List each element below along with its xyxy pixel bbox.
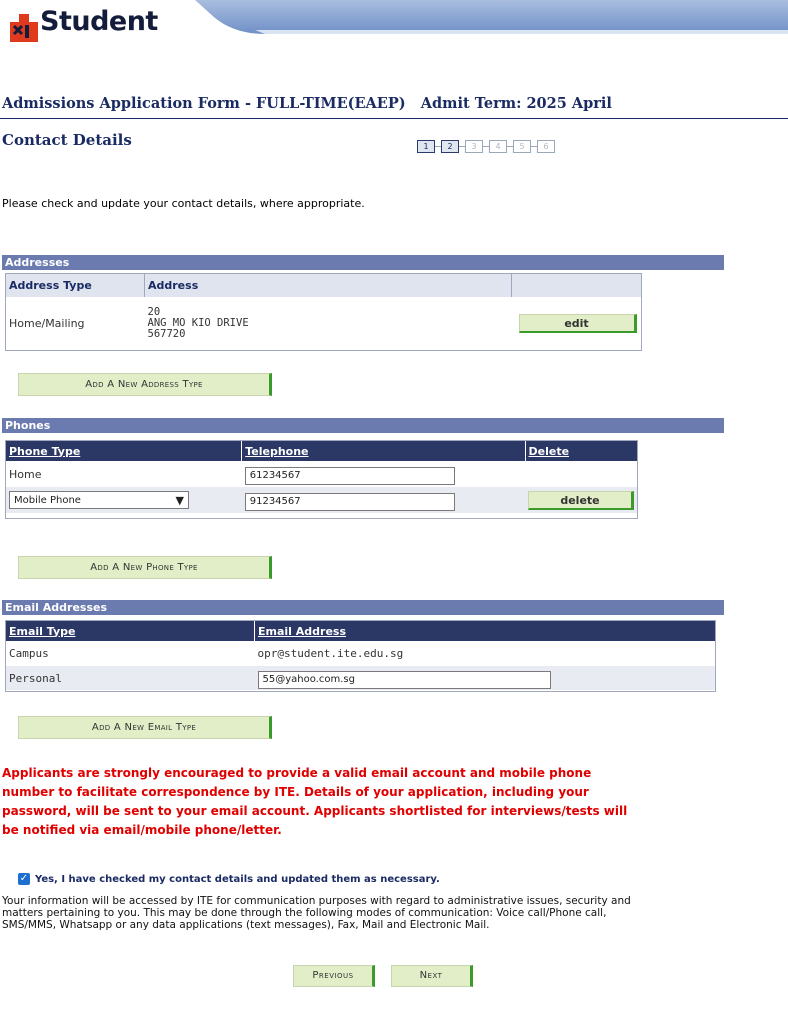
address-line1: 20 <box>147 305 161 318</box>
email-type-personal: Personal <box>9 671 62 685</box>
step-indicator: 1 2 3 4 5 6 <box>417 139 555 153</box>
section-title: Contact Details <box>2 131 132 149</box>
col-email-address[interactable]: Email Address <box>255 621 716 641</box>
step-5: 5 <box>513 139 531 153</box>
confirm-row: ✓ Yes, I have checked my contact details… <box>18 873 440 885</box>
ite-logo-icon <box>10 14 38 42</box>
phone-type-home: Home <box>9 467 42 481</box>
privacy-notice: Your information will be accessed by ITE… <box>2 895 631 931</box>
address-cell: 20 ANG MO KIO DRIVE 567720 <box>145 297 512 349</box>
email-campus-value: opr@student.ite.edu.sg <box>257 647 404 660</box>
chevron-down-icon: ▼ <box>175 493 184 507</box>
emails-grid: Email Type Email Address Campus opr@stud… <box>5 620 716 692</box>
col-delete: Delete <box>528 444 570 458</box>
col-phone-type[interactable]: Phone Type <box>6 441 243 461</box>
previous-button[interactable]: Previous <box>293 965 375 987</box>
step-3: 3 <box>465 139 483 153</box>
addresses-heading: Addresses <box>2 255 724 270</box>
step-6: 6 <box>537 139 555 153</box>
emails-heading: Email Addresses <box>2 600 724 615</box>
step-4: 4 <box>489 139 507 153</box>
table-row: Personal <box>6 666 715 690</box>
edit-address-button[interactable]: edit <box>518 313 637 333</box>
col-address-type: Address Type <box>6 274 145 297</box>
address-line2: ANG MO KIO DRIVE <box>147 316 249 329</box>
table-row: Home <box>6 461 637 487</box>
logo-text: Student <box>40 6 158 37</box>
addresses-grid: Address Type Address Home/Mailing 20 ANG… <box>5 273 642 351</box>
intro-text: Please check and update your contact det… <box>2 197 365 210</box>
add-address-type-button[interactable]: Add A New Address Type <box>18 373 272 396</box>
table-row: Home/Mailing 20 ANG MO KIO DRIVE 567720 … <box>6 297 641 349</box>
col-email-type[interactable]: Email Type <box>6 621 255 641</box>
table-row: Campus opr@student.ite.edu.sg <box>6 641 715 666</box>
personal-email-input[interactable] <box>257 670 551 689</box>
add-phone-type-button[interactable]: Add A New Phone Type <box>18 556 272 579</box>
confirm-checkbox[interactable]: ✓ <box>18 873 30 885</box>
mobile-phone-input[interactable] <box>244 492 455 511</box>
step-2[interactable]: 2 <box>441 139 459 153</box>
email-warning: Applicants are strongly encouraged to pr… <box>2 766 628 837</box>
phones-heading: Phones <box>2 418 724 433</box>
confirm-label: Yes, I have checked my contact details a… <box>35 873 440 885</box>
form-title: Admissions Application Form - FULL-TIME(… <box>2 95 612 112</box>
step-1[interactable]: 1 <box>417 139 435 153</box>
phones-grid: Phone Type Telephone Delete Home Mobile … <box>5 440 638 519</box>
add-email-type-button[interactable]: Add A New Email Type <box>18 716 272 739</box>
title-divider <box>0 118 788 119</box>
delete-phone-button[interactable]: delete <box>528 490 634 510</box>
header-banner <box>195 0 788 34</box>
phone-type-value: Mobile Phone <box>14 494 81 506</box>
home-phone-input[interactable] <box>244 466 455 485</box>
next-button[interactable]: Next <box>391 965 473 987</box>
email-type-campus: Campus <box>9 647 49 660</box>
col-address: Address <box>144 274 512 297</box>
phone-type-select[interactable]: Mobile Phone ▼ <box>9 491 189 509</box>
address-type-cell: Home/Mailing <box>9 316 85 330</box>
table-row: Mobile Phone ▼ delete <box>6 487 637 513</box>
address-line3: 567720 <box>147 327 186 340</box>
col-telephone[interactable]: Telephone <box>241 441 526 461</box>
